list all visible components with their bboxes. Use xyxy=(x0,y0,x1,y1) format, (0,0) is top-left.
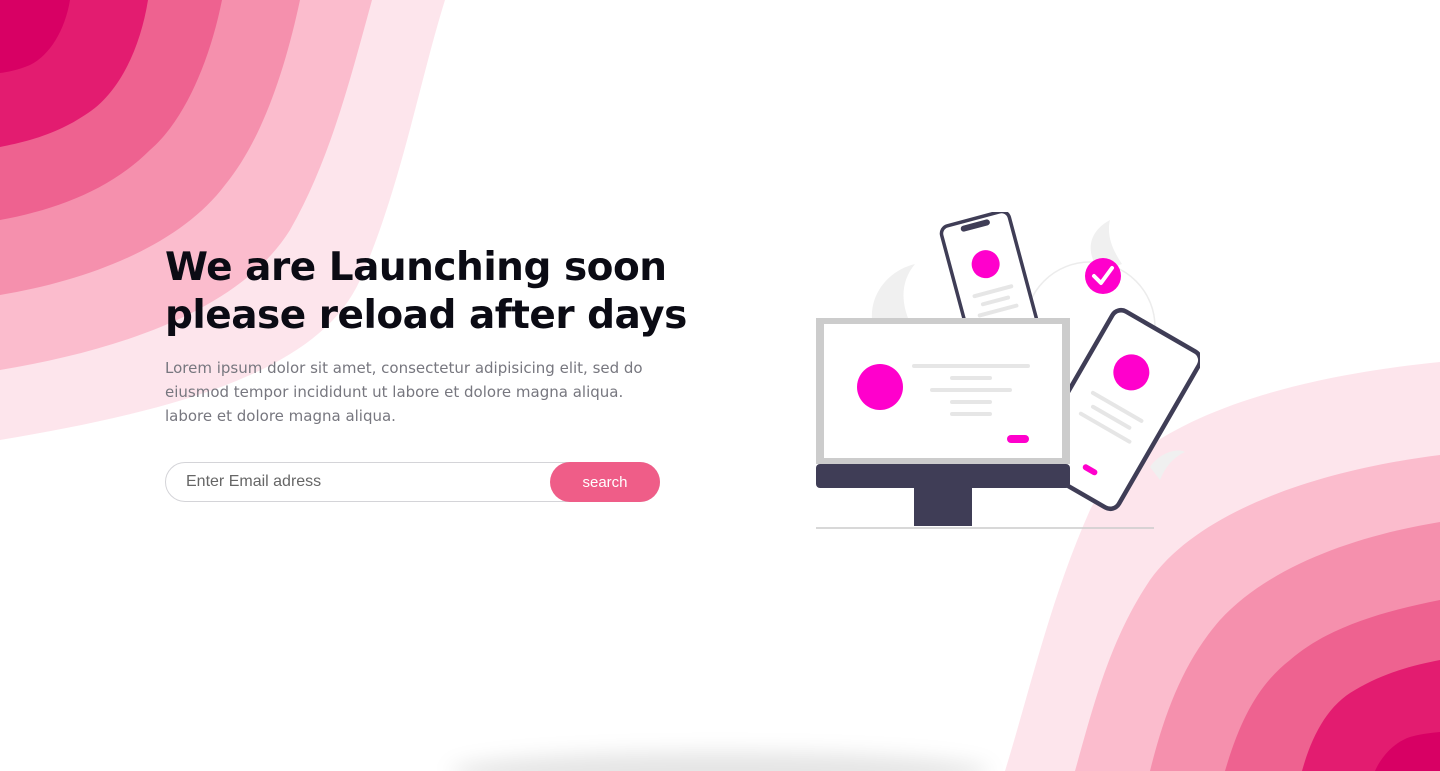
description-line-2: eiusmod tempor incididunt ut labore et d… xyxy=(165,383,624,401)
description-line-3: labore et dolore magna aliqua. xyxy=(165,407,396,425)
monitor-stand xyxy=(914,488,972,526)
leaf-decoration-icon xyxy=(871,264,915,320)
check-badge xyxy=(1085,258,1121,294)
title-line-2: please reload after days xyxy=(165,293,687,338)
monitor-text-line xyxy=(950,412,992,416)
monitor-text-line xyxy=(912,364,1030,368)
monitor-text-line xyxy=(950,376,992,380)
search-button[interactable]: search xyxy=(550,462,660,502)
email-signup-form: search xyxy=(165,462,660,502)
hero-section: We are Launching soon please reload afte… xyxy=(165,244,725,428)
hero-description: Lorem ipsum dolor sit amet, consectetur … xyxy=(165,356,685,428)
title-line-1: We are Launching soon xyxy=(165,245,667,290)
devices-illustration xyxy=(816,212,1200,529)
monitor-device xyxy=(816,318,1070,526)
page-title: We are Launching soon please reload afte… xyxy=(165,244,725,340)
monitor-text-line xyxy=(930,388,1012,392)
monitor-bezel xyxy=(816,464,1070,488)
monitor-button xyxy=(1007,435,1029,443)
landing-page: We are Launching soon please reload afte… xyxy=(0,0,1440,771)
monitor-avatar xyxy=(857,364,903,410)
leaf-decoration-icon xyxy=(1150,450,1185,480)
description-line-1: Lorem ipsum dolor sit amet, consectetur … xyxy=(165,359,643,377)
monitor-text-line xyxy=(950,400,992,404)
